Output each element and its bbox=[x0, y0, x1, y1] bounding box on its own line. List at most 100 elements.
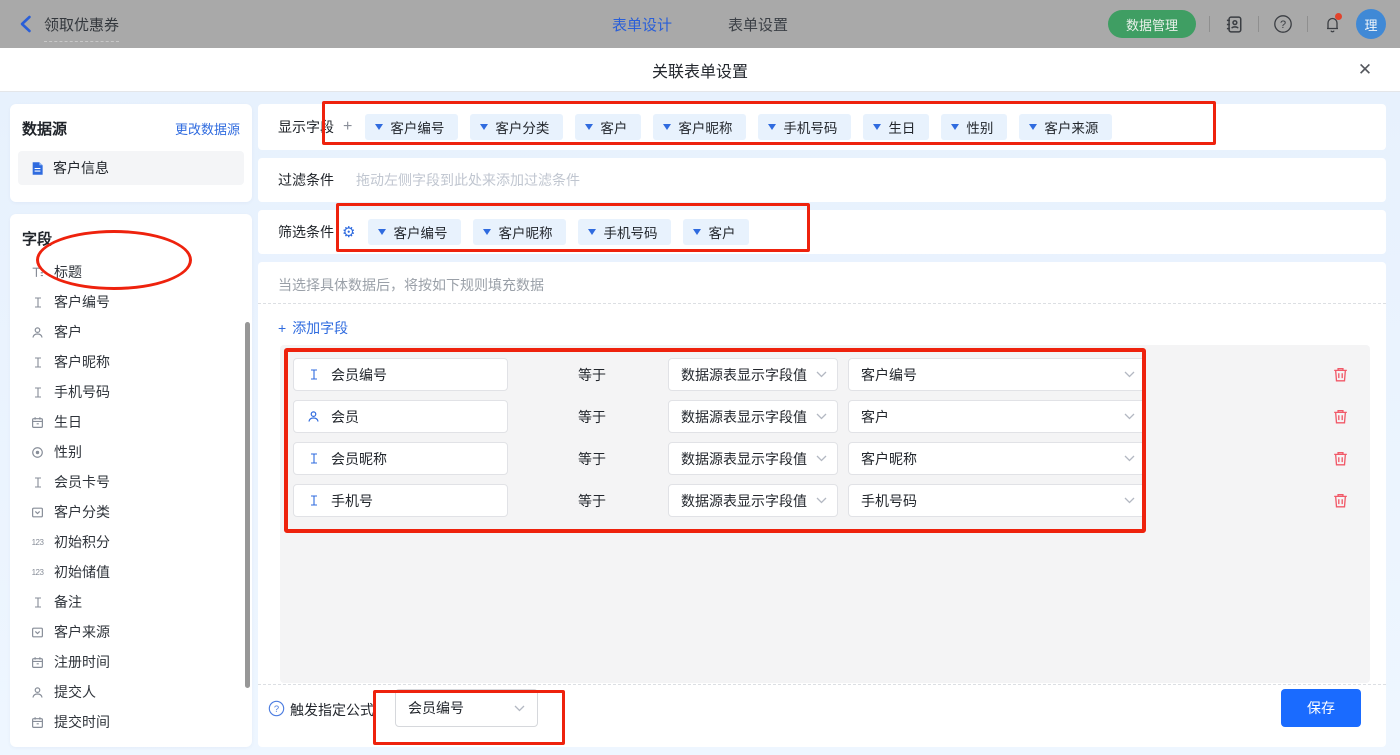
display-field-tag[interactable]: 客户 bbox=[575, 114, 641, 140]
add-field-button[interactable]: + 添加字段 bbox=[278, 318, 348, 338]
rule-source-select[interactable]: 数据源表显示字段值 bbox=[668, 484, 838, 517]
delete-rule-trash-icon[interactable] bbox=[1332, 450, 1349, 467]
field-item[interactable]: 手机号码 bbox=[10, 377, 252, 407]
display-field-tag[interactable]: 客户分类 bbox=[470, 114, 563, 140]
rule-source-select[interactable]: 数据源表显示字段值 bbox=[668, 358, 838, 391]
rule-target-field[interactable]: 手机号 bbox=[293, 484, 508, 517]
rule-field-label: 会员昵称 bbox=[331, 449, 387, 469]
trigger-formula-select[interactable]: 会员编号 bbox=[395, 689, 538, 727]
fill-rule-row: 会员昵称等于数据源表显示字段值客户昵称 bbox=[280, 442, 1370, 475]
field-item[interactable]: 注册时间 bbox=[10, 647, 252, 677]
avatar[interactable]: 理 bbox=[1356, 9, 1386, 39]
field-item[interactable]: 客户来源 bbox=[10, 617, 252, 647]
divider bbox=[258, 303, 1386, 304]
field-item-label: 初始积分 bbox=[54, 532, 110, 552]
number-field-icon: 123 bbox=[30, 535, 45, 550]
rule-target-field[interactable]: 会员编号 bbox=[293, 358, 508, 391]
display-field-tag[interactable]: 生日 bbox=[863, 114, 929, 140]
rule-source-value: 数据源表显示字段值 bbox=[681, 449, 807, 469]
field-item[interactable]: 提交时间 bbox=[10, 707, 252, 737]
datasource-title: 数据源 bbox=[22, 118, 67, 139]
screen-condition-tag[interactable]: 客户编号 bbox=[368, 219, 461, 245]
filter-condition-label: 过滤条件 bbox=[278, 170, 334, 190]
field-item[interactable]: 客户分类 bbox=[10, 497, 252, 527]
field-item[interactable]: 123初始储值 bbox=[10, 557, 252, 587]
chevron-down-icon bbox=[1124, 413, 1135, 420]
form-title[interactable]: 领取优惠券 bbox=[44, 14, 119, 35]
field-item[interactable]: 客户昵称 bbox=[10, 347, 252, 377]
delete-rule-trash-icon[interactable] bbox=[1332, 492, 1349, 509]
field-item[interactable]: 备注 bbox=[10, 587, 252, 617]
top-tabs: 表单设计 表单设置 bbox=[612, 0, 788, 48]
field-item-label: 提交时间 bbox=[54, 712, 110, 732]
field-item[interactable]: 客户 bbox=[10, 317, 252, 347]
chevron-down-icon bbox=[816, 371, 827, 378]
field-item[interactable]: 会员卡号 bbox=[10, 467, 252, 497]
display-field-tag[interactable]: 性别 bbox=[941, 114, 1007, 140]
field-item[interactable]: 标题 bbox=[10, 257, 252, 287]
field-item[interactable]: 123 初始积分 bbox=[10, 527, 252, 557]
trigger-formula-label: 触发指定公式 bbox=[290, 700, 374, 720]
display-field-tag[interactable]: 客户编号 bbox=[365, 114, 458, 140]
help-icon[interactable]: ? bbox=[1272, 13, 1294, 35]
rule-operator: 等于 bbox=[578, 407, 606, 427]
fields-scrollbar[interactable] bbox=[245, 322, 250, 688]
add-display-field-button[interactable]: + bbox=[343, 118, 352, 136]
close-icon[interactable]: ✕ bbox=[1354, 59, 1376, 81]
field-item[interactable]: 性别 bbox=[10, 437, 252, 467]
back-button[interactable] bbox=[14, 13, 36, 35]
chevron-down-icon bbox=[1124, 371, 1135, 378]
datasource-item-selected[interactable]: 客户信息 bbox=[18, 151, 244, 185]
delete-rule-trash-icon[interactable] bbox=[1332, 366, 1349, 383]
change-datasource-link[interactable]: 更改数据源 bbox=[175, 119, 240, 138]
filter-condition-row: 过滤条件 拖动左侧字段到此处来添加过滤条件 bbox=[258, 158, 1386, 202]
contacts-book-icon[interactable] bbox=[1223, 13, 1245, 35]
caret-down-icon bbox=[873, 124, 881, 130]
rule-source-select[interactable]: 数据源表显示字段值 bbox=[668, 442, 838, 475]
rule-target-field[interactable]: 会员 bbox=[293, 400, 508, 433]
screen-condition-tag[interactable]: 客户 bbox=[683, 219, 749, 245]
display-field-tag[interactable]: 手机号码 bbox=[758, 114, 851, 140]
caret-down-icon bbox=[693, 229, 701, 235]
rule-value-select[interactable]: 客户 bbox=[848, 400, 1146, 433]
gear-icon[interactable]: ⚙ bbox=[342, 225, 355, 240]
text-field-icon bbox=[30, 595, 45, 610]
field-item-label: 客户来源 bbox=[54, 622, 110, 642]
select-field-icon bbox=[30, 625, 45, 640]
rule-source-select[interactable]: 数据源表显示字段值 bbox=[668, 400, 838, 433]
field-item-label: 标题 bbox=[54, 262, 82, 282]
notification-bell-icon[interactable] bbox=[1321, 13, 1343, 35]
tag-label: 客户 bbox=[600, 117, 627, 137]
rule-target-field[interactable]: 会员昵称 bbox=[293, 442, 508, 475]
chevron-down-icon bbox=[816, 455, 827, 462]
formula-help-icon[interactable]: ? bbox=[268, 700, 285, 717]
fill-rule-row: 会员 等于 数据源表显示字段值客户 bbox=[280, 400, 1370, 433]
field-item-label: 客户分类 bbox=[54, 502, 110, 522]
caret-down-icon bbox=[768, 124, 776, 130]
tab-form-settings[interactable]: 表单设置 bbox=[728, 14, 788, 35]
display-field-tag[interactable]: 客户昵称 bbox=[653, 114, 746, 140]
fields-panel: 字段 标题客户编号客户客户昵称手机号码生日性别会员卡号客户分类123初始积分12… bbox=[10, 214, 252, 747]
rule-value-select[interactable]: 客户编号 bbox=[848, 358, 1146, 391]
field-item-label: 会员卡号 bbox=[54, 472, 110, 492]
screen-condition-tag[interactable]: 客户昵称 bbox=[473, 219, 566, 245]
tag-label: 客户分类 bbox=[495, 117, 549, 137]
data-manage-button[interactable]: 数据管理 bbox=[1108, 10, 1196, 38]
field-item[interactable]: 客户编号 bbox=[10, 287, 252, 317]
user-field-icon bbox=[306, 409, 321, 424]
rule-value-select[interactable]: 客户昵称 bbox=[848, 442, 1146, 475]
chevron-down-icon bbox=[1124, 497, 1135, 504]
rule-value-select[interactable]: 手机号码 bbox=[848, 484, 1146, 517]
display-field-tag[interactable]: 客户来源 bbox=[1019, 114, 1112, 140]
screen-condition-tag[interactable]: 手机号码 bbox=[578, 219, 671, 245]
rule-field-label: 会员 bbox=[331, 407, 359, 427]
save-button[interactable]: 保存 bbox=[1281, 689, 1361, 727]
delete-rule-trash-icon[interactable] bbox=[1332, 408, 1349, 425]
fill-rules-list: 会员编号等于数据源表显示字段值客户编号会员等于数据源表显示字段值客户会员昵称等于… bbox=[280, 345, 1370, 683]
filter-dropzone-placeholder[interactable]: 拖动左侧字段到此处来添加过滤条件 bbox=[356, 170, 580, 190]
rule-field-label: 会员编号 bbox=[331, 365, 387, 385]
tab-form-design[interactable]: 表单设计 bbox=[612, 14, 672, 35]
rule-operator: 等于 bbox=[578, 491, 606, 511]
field-item[interactable]: 生日 bbox=[10, 407, 252, 437]
field-item[interactable]: 提交人 bbox=[10, 677, 252, 707]
